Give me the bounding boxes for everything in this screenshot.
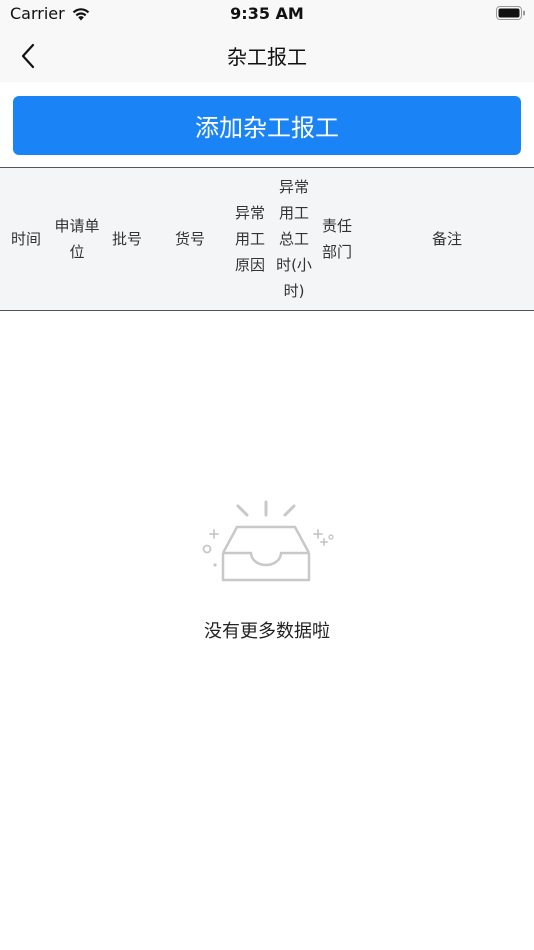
column-header-remark: 备注 [431,230,462,248]
column-header-batch: 批号 [111,230,142,248]
battery-icon [496,6,525,20]
table-header: 时间 申请单位 批号 货号 异常用工原因 异常用工总工时(小时) 责任部门 备注 [0,167,534,311]
add-report-button[interactable]: 添加杂工报工 [13,96,521,155]
status-bar: Carrier 9:35 AM [0,0,534,28]
screen: Carrier 9:35 AM 杂工报工 添加杂工报工 时间 申请单位 批号 货… [0,0,534,950]
page-title: 杂工报工 [227,45,307,69]
column-header-unit: 申请单位 [54,217,100,261]
column-header-dept: 责任部门 [321,217,352,261]
empty-inbox-icon [202,500,334,582]
column-header-time: 时间 [10,230,41,248]
column-header-hours: 异常用工总工时(小时) [276,178,312,300]
column-header-goods: 货号 [174,230,205,248]
nav-bar: 杂工报工 [0,28,534,82]
status-time: 9:35 AM [230,4,304,23]
empty-state-message: 没有更多数据啦 [204,621,330,642]
column-header-reason: 异常用工原因 [234,204,265,274]
